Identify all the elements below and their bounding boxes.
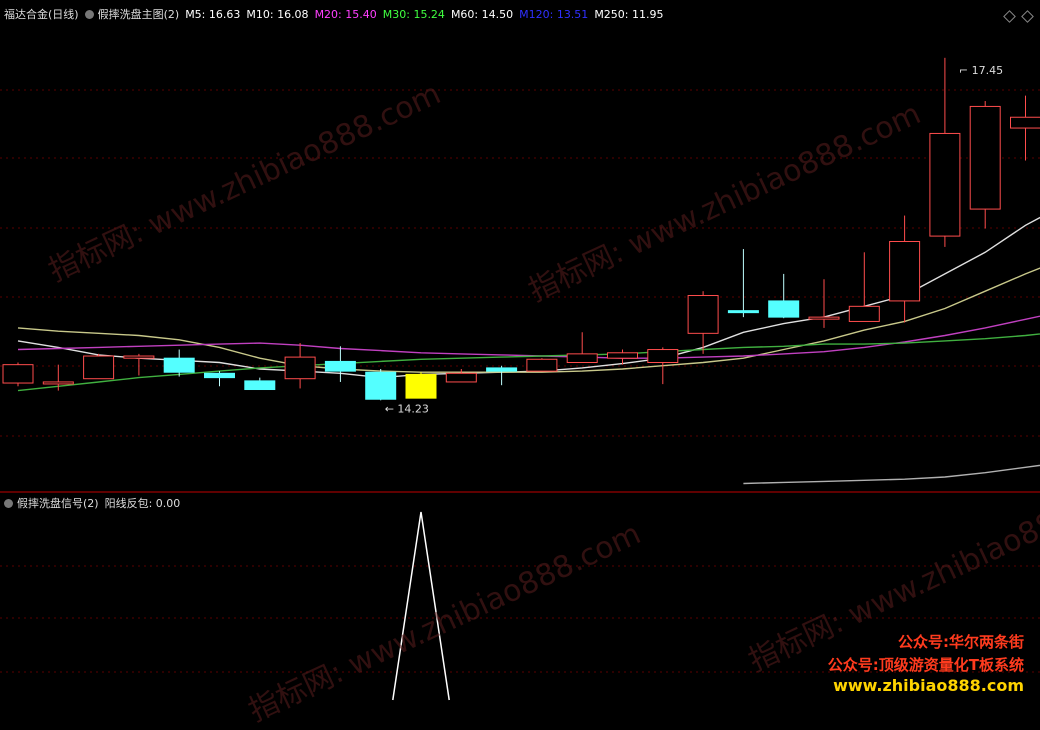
ma-legend-item: M20: 15.40 bbox=[315, 8, 377, 21]
candle-body bbox=[446, 373, 476, 382]
ma-legend-item: M120: 13.51 bbox=[519, 8, 588, 21]
settings-dot-icon[interactable] bbox=[4, 499, 13, 508]
candle-body bbox=[164, 358, 194, 372]
settings-dot-icon[interactable] bbox=[85, 10, 94, 19]
ma-line-m120 bbox=[743, 462, 1040, 484]
candle-body bbox=[366, 372, 396, 399]
promo-line-1: 公众号:华尔两条街 bbox=[898, 631, 1024, 652]
sub-indicator-title[interactable]: 假摔洗盘信号(2) bbox=[17, 495, 99, 511]
ma-legend: M5: 16.63 M10: 16.08 M20: 15.40 M30: 15.24 M… bbox=[185, 8, 669, 21]
candle-body bbox=[567, 354, 597, 363]
ma-line-m20 bbox=[18, 311, 1040, 359]
ma-legend-item: M5: 16.63 bbox=[185, 8, 240, 21]
candle-body bbox=[930, 133, 960, 236]
candle-body bbox=[527, 359, 557, 371]
candle-body bbox=[205, 373, 235, 377]
stock-title: 福达合金(日线) bbox=[4, 6, 79, 22]
candle-body bbox=[970, 106, 1000, 209]
ma-legend-item: M30: 15.24 bbox=[383, 8, 445, 21]
ma-legend-item: M60: 14.50 bbox=[451, 8, 513, 21]
candle-body bbox=[648, 350, 678, 363]
candle-body bbox=[84, 356, 114, 379]
candle-body bbox=[285, 357, 315, 379]
sub-header: 假摔洗盘信号(2) 阳线反包: 0.00 bbox=[4, 495, 186, 511]
candle-body bbox=[43, 382, 73, 384]
sub-indicator-value: 阳线反包: 0.00 bbox=[105, 495, 181, 511]
candle-body bbox=[245, 381, 275, 390]
candle-body bbox=[406, 374, 436, 398]
low-annotation: ← 14.23 bbox=[385, 402, 429, 415]
candle-body bbox=[688, 296, 718, 334]
ma-lines bbox=[18, 204, 1040, 484]
ma-legend-item: M250: 11.95 bbox=[594, 8, 663, 21]
promo-website: www.zhibiao888.com bbox=[833, 676, 1024, 695]
candle-body bbox=[728, 311, 758, 313]
indicator-title[interactable]: 假摔洗盘主图(2) bbox=[98, 6, 180, 22]
candle-body bbox=[124, 356, 154, 358]
main-header: 福达合金(日线) 假摔洗盘主图(2) M5: 16.63 M10: 16.08 M2… bbox=[4, 6, 676, 22]
candle-body bbox=[1011, 117, 1040, 128]
candle-body bbox=[769, 301, 799, 317]
candle-body bbox=[325, 361, 355, 371]
high-annotation: ⌐ 17.45 bbox=[959, 64, 1003, 77]
candle-body bbox=[487, 368, 517, 371]
ma-legend-item: M10: 16.08 bbox=[246, 8, 308, 21]
promo-line-2: 公众号:顶级游资量化T板系统 bbox=[828, 654, 1024, 675]
candle-body bbox=[608, 353, 638, 358]
candle-body bbox=[849, 306, 879, 321]
candle-body bbox=[3, 365, 33, 383]
candle-body bbox=[809, 317, 839, 319]
candle-body bbox=[890, 241, 920, 300]
